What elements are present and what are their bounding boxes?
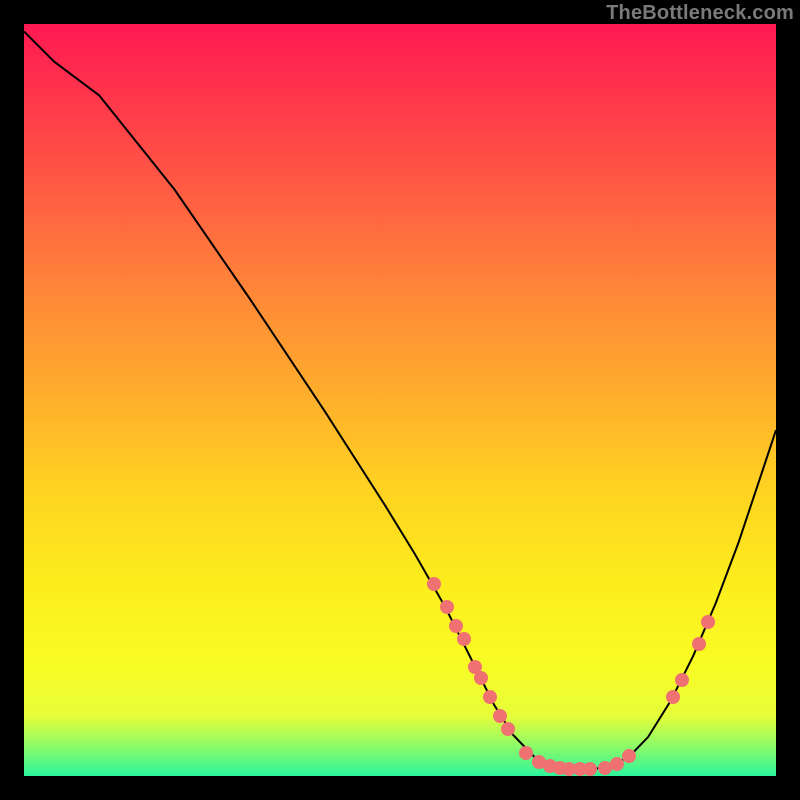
data-point [427, 577, 441, 591]
data-point [440, 600, 454, 614]
data-point [501, 722, 515, 736]
data-point [474, 671, 488, 685]
data-point [701, 615, 715, 629]
chart-area [24, 24, 776, 776]
data-point [666, 690, 680, 704]
data-point [519, 746, 533, 760]
points-layer [24, 24, 776, 776]
data-point [692, 637, 706, 651]
watermark-text: TheBottleneck.com [606, 2, 794, 25]
data-point [622, 749, 636, 763]
data-point [457, 632, 471, 646]
data-point [610, 757, 624, 771]
data-point [449, 619, 463, 633]
data-point [483, 690, 497, 704]
data-point [583, 762, 597, 776]
data-point [493, 709, 507, 723]
data-point [675, 673, 689, 687]
